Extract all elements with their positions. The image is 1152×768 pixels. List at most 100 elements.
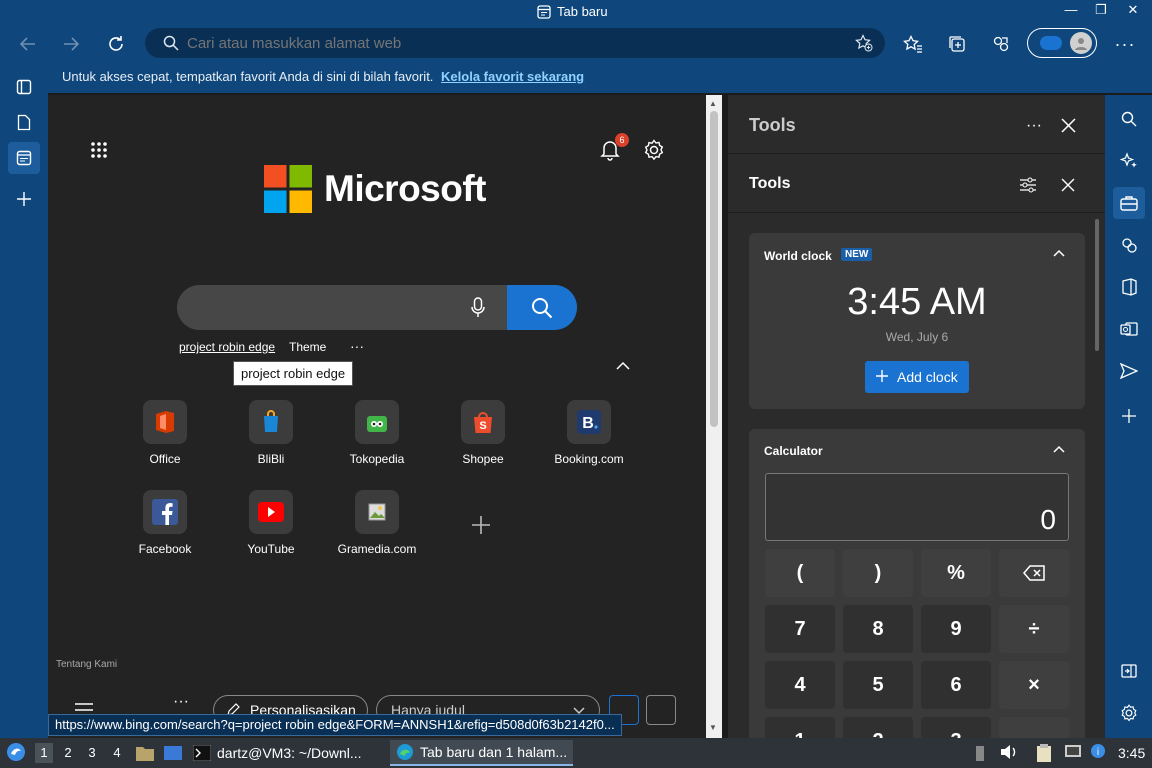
- tools-more-button[interactable]: ···: [1026, 117, 1042, 135]
- calc-2-button[interactable]: 2: [843, 717, 913, 738]
- search-submit-button[interactable]: [507, 285, 577, 330]
- forward-button[interactable]: [57, 31, 85, 57]
- page-settings-gear-icon[interactable]: [643, 139, 665, 161]
- calc-7-button[interactable]: 7: [765, 605, 835, 653]
- quick-link-youtube[interactable]: YouTube: [221, 490, 321, 556]
- minimize-button[interactable]: —: [1060, 2, 1082, 22]
- calc-1-button[interactable]: 1: [765, 717, 835, 738]
- page-scrollbar[interactable]: ▲ ▼: [706, 95, 722, 738]
- close-window-button[interactable]: ✕: [1122, 2, 1144, 22]
- calc-3-button[interactable]: 3: [921, 717, 991, 738]
- file-manager-icon[interactable]: [135, 744, 155, 762]
- scroll-down-arrow[interactable]: ▼: [709, 723, 717, 732]
- address-bar[interactable]: [145, 28, 885, 58]
- clock-collapse-chevron-icon[interactable]: [1053, 249, 1065, 257]
- favorites-icon[interactable]: [899, 31, 927, 57]
- quick-link-tokopedia[interactable]: Tokopedia: [327, 400, 427, 466]
- maximize-button[interactable]: ❐: [1090, 2, 1112, 22]
- calc-5-button[interactable]: 5: [843, 661, 913, 709]
- scroll-up-arrow[interactable]: ▲: [709, 99, 717, 108]
- calc-6-button[interactable]: 6: [921, 661, 991, 709]
- sidebar-games-icon[interactable]: [1113, 229, 1145, 261]
- workspace-3[interactable]: 3: [83, 745, 101, 760]
- calc-multiply-button[interactable]: ×: [999, 661, 1069, 709]
- sidebar-outlook-icon[interactable]: [1113, 313, 1145, 345]
- calc-4-button[interactable]: 4: [765, 661, 835, 709]
- suggestion-theme[interactable]: Theme: [289, 340, 326, 354]
- sidebar-settings-gear-icon[interactable]: [1113, 697, 1145, 729]
- calc-9-button[interactable]: 9: [921, 605, 991, 653]
- calculator-collapse-chevron-icon[interactable]: [1053, 445, 1065, 453]
- workspace-4[interactable]: 4: [108, 745, 126, 760]
- collapse-chevron-icon[interactable]: [616, 361, 630, 371]
- sidebar-add-icon[interactable]: [1113, 400, 1145, 432]
- calc-open-paren-button[interactable]: (: [765, 549, 835, 597]
- list-layout-button[interactable]: [646, 695, 676, 725]
- scrollbar-thumb[interactable]: [710, 111, 718, 427]
- sidebar-office-icon[interactable]: [1113, 271, 1145, 303]
- taskbar-clock[interactable]: 3:45: [1118, 745, 1145, 761]
- extensions-icon[interactable]: [987, 31, 1015, 57]
- sidebar-hide-icon[interactable]: [1113, 655, 1145, 687]
- notification-tray-icon[interactable]: i: [1090, 743, 1106, 759]
- refresh-button[interactable]: [102, 31, 130, 57]
- about-us-link[interactable]: Tentang Kami: [56, 659, 117, 670]
- collections-icon[interactable]: [943, 31, 971, 57]
- sidebar-tools-icon[interactable]: [1113, 187, 1145, 219]
- apps-launcher-icon[interactable]: [90, 141, 108, 159]
- suggestion-link[interactable]: project robin edge: [179, 340, 275, 354]
- sidebar-send-icon[interactable]: [1113, 355, 1145, 387]
- add-shortcut-plus-icon[interactable]: [471, 515, 491, 535]
- new-tab-page: 6 Microsoft project robin edge Theme ···…: [48, 95, 706, 738]
- start-menu-icon[interactable]: [6, 742, 26, 762]
- web-search-box[interactable]: [177, 285, 577, 330]
- manage-favorites-link[interactable]: Kelola favorit sekarang: [441, 69, 584, 84]
- microphone-icon[interactable]: [471, 297, 485, 319]
- quick-link-facebook[interactable]: Facebook: [115, 490, 215, 556]
- suggestions-more-button[interactable]: ···: [350, 338, 364, 354]
- workspace-1[interactable]: 1: [35, 743, 53, 763]
- profile-button[interactable]: [1027, 28, 1097, 58]
- add-favorite-icon[interactable]: [855, 34, 873, 52]
- address-input[interactable]: [187, 34, 827, 52]
- calc-close-paren-button[interactable]: ): [843, 549, 913, 597]
- taskbar-terminal[interactable]: dartz@VM3: ~/Downl...: [193, 740, 362, 766]
- settings-menu-button[interactable]: ···: [1111, 31, 1139, 57]
- office-icon: [143, 400, 187, 444]
- sidebar-search-icon[interactable]: [1113, 103, 1145, 135]
- quick-link-blibli[interactable]: BliBli: [221, 400, 321, 466]
- workspace-2[interactable]: 2: [59, 745, 77, 760]
- network-icon[interactable]: [1064, 744, 1082, 760]
- desktop-icon[interactable]: [163, 744, 183, 762]
- tools-scrollbar-thumb[interactable]: [1095, 219, 1099, 351]
- quick-link-shopee[interactable]: S Shopee: [433, 400, 533, 466]
- quick-link-booking[interactable]: B Booking.com: [539, 400, 639, 466]
- search-icon: [163, 35, 179, 51]
- volume-icon[interactable]: [1000, 744, 1018, 760]
- calc-percent-button[interactable]: %: [921, 549, 991, 597]
- customize-sliders-icon[interactable]: [1019, 177, 1037, 193]
- tools-subheader: Tools: [749, 175, 791, 192]
- microsoft-squares-icon: [264, 165, 312, 213]
- quick-link-gramedia[interactable]: Gramedia.com: [327, 490, 427, 556]
- notifications-bell-icon[interactable]: 6: [600, 133, 629, 161]
- sidebar-discover-icon[interactable]: [1113, 145, 1145, 177]
- calc-8-button[interactable]: 8: [843, 605, 913, 653]
- calc-subtract-button[interactable]: −: [999, 717, 1069, 738]
- tools-close-icon[interactable]: [1061, 118, 1076, 133]
- quick-link-office[interactable]: Office: [115, 400, 215, 466]
- tab-new-tab-icon[interactable]: [8, 142, 40, 174]
- calc-divide-button[interactable]: ÷: [999, 605, 1069, 653]
- favbar-message: Untuk akses cepat, tempatkan favorit And…: [62, 69, 434, 84]
- clipboard-icon[interactable]: [1036, 743, 1052, 763]
- tab-page-icon[interactable]: [8, 106, 40, 138]
- calc-backspace-button[interactable]: [999, 549, 1069, 597]
- new-tab-plus-icon[interactable]: [8, 183, 40, 215]
- bottom-more-button[interactable]: ···: [173, 693, 189, 711]
- back-button[interactable]: [14, 31, 42, 57]
- subpanel-close-icon[interactable]: [1061, 178, 1075, 192]
- tab-actions-icon[interactable]: [8, 71, 40, 103]
- taskbar-browser[interactable]: Tab baru dan 1 halam...: [390, 740, 574, 766]
- gramedia-icon: [355, 490, 399, 534]
- add-clock-button[interactable]: Add clock: [865, 361, 969, 393]
